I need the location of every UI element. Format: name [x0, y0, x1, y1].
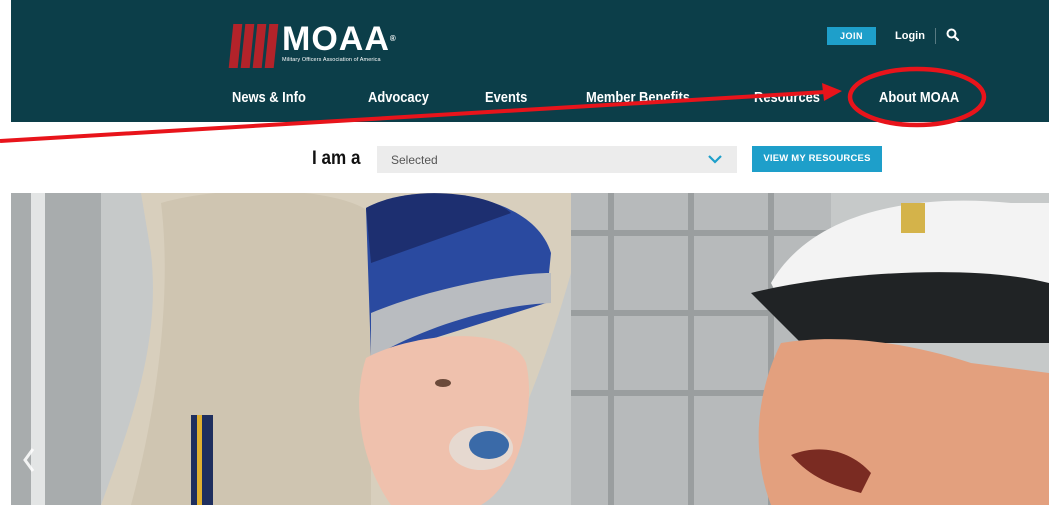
- chevron-down-icon: [708, 155, 722, 164]
- main-nav: News & Info Advocacy Events Member Benef…: [11, 87, 1049, 109]
- nav-item-advocacy[interactable]: Advocacy: [368, 87, 429, 109]
- logo-registered-mark: ®: [389, 34, 397, 43]
- logo-tagline: Military Officers Association of America: [282, 57, 381, 63]
- hero-image: [11, 193, 1049, 505]
- role-select[interactable]: Selected: [377, 146, 737, 173]
- nav-item-resources[interactable]: Resources: [754, 87, 820, 109]
- join-button[interactable]: JOIN: [827, 27, 876, 45]
- search-icon[interactable]: [945, 27, 961, 43]
- logo-bars-icon: [228, 24, 279, 68]
- nav-item-member-benefits[interactable]: Member Benefits: [586, 87, 690, 109]
- nav-item-news-info[interactable]: News & Info: [232, 87, 306, 109]
- i-am-a-label: I am a: [312, 148, 361, 169]
- top-bar-divider: [935, 28, 936, 44]
- view-my-resources-button[interactable]: VIEW MY RESOURCES: [752, 146, 882, 172]
- nav-item-events[interactable]: Events: [485, 87, 527, 109]
- nav-item-about-moaa[interactable]: About MOAA: [879, 87, 959, 109]
- chevron-left-icon[interactable]: [21, 445, 37, 475]
- login-link[interactable]: Login: [895, 28, 925, 44]
- role-select-value: Selected: [391, 152, 438, 167]
- moaa-logo[interactable]: MOAA® Military Officers Association of A…: [228, 20, 397, 72]
- site-header: MOAA® Military Officers Association of A…: [11, 0, 1049, 122]
- logo-wordmark: MOAA: [282, 20, 390, 58]
